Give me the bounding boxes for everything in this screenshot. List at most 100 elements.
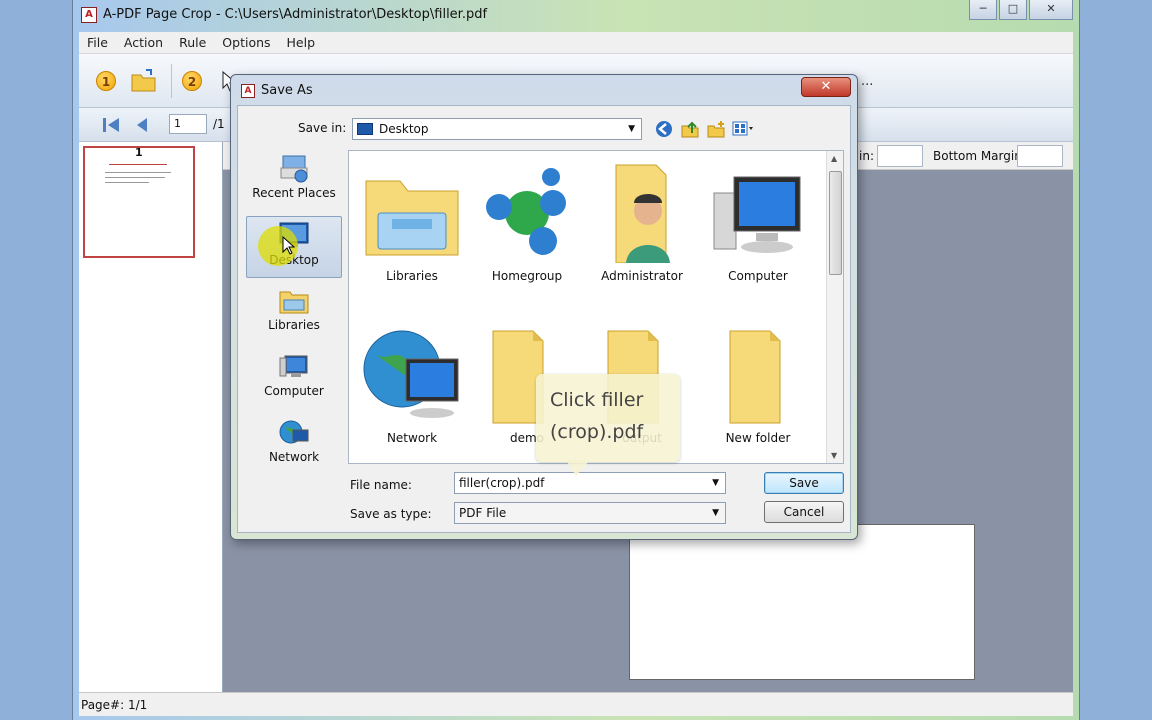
libraries-icon [277, 286, 311, 316]
file-item-new-folder[interactable]: New folder [701, 319, 815, 459]
file-name-input[interactable]: filler(crop).pdf ▼ [454, 472, 726, 494]
file-item-libraries[interactable]: Libraries [355, 157, 469, 297]
back-button[interactable] [654, 119, 674, 139]
previous-page-icon [137, 118, 147, 132]
file-list-scrollbar[interactable]: ▲ ▼ [826, 151, 843, 463]
place-label: Libraries [268, 318, 320, 332]
mouse-cursor-icon [282, 236, 296, 255]
callout-tail [566, 460, 590, 476]
menu-help[interactable]: Help [287, 35, 316, 50]
cancel-button[interactable]: Cancel [764, 501, 844, 523]
file-item-label: Computer [728, 269, 788, 283]
chevron-down-icon: ▼ [712, 508, 719, 518]
save-button[interactable]: Save [764, 472, 844, 494]
dialog-body: Save in: Desktop ▼ Recent Places Desktop… [237, 105, 851, 533]
scrollbar-thumb[interactable] [829, 171, 842, 275]
page-status: Page#: 1/1 [81, 698, 148, 712]
dialog-close-button[interactable]: ✕ [801, 77, 851, 97]
place-recent-places[interactable]: Recent Places [246, 150, 342, 212]
new-folder-button[interactable] [706, 119, 726, 139]
back-arrow-icon [656, 121, 672, 137]
left-margin-label: in: [859, 149, 874, 163]
tutorial-callout: Click filler (crop).pdf [536, 374, 680, 462]
scroll-down-icon[interactable]: ▼ [831, 451, 837, 460]
place-network[interactable]: Network [246, 414, 342, 476]
user-folder-icon [592, 163, 692, 264]
page-number-input[interactable]: 1 [169, 114, 207, 134]
up-folder-button[interactable] [680, 119, 700, 139]
desktop-background-left [0, 0, 72, 720]
menu-action[interactable]: Action [124, 35, 163, 50]
save-as-type-dropdown[interactable]: PDF File ▼ [454, 502, 726, 524]
file-item-homegroup[interactable]: Homegroup [470, 157, 584, 297]
callout-line-2: (crop).pdf [550, 421, 644, 443]
menu-bar: File Action Rule Options Help [79, 32, 1073, 54]
view-menu-button[interactable] [732, 119, 753, 139]
up-folder-icon [681, 121, 699, 138]
folder-icon [708, 325, 808, 425]
toolbar-more[interactable]: ... [861, 74, 873, 89]
minimize-button[interactable]: ─ [969, 0, 997, 20]
file-item-computer[interactable]: Computer [701, 157, 815, 297]
save-as-dialog: A Save As ✕ Save in: Desktop ▼ Recent Pl… [230, 74, 858, 540]
file-item-administrator[interactable]: Administrator [585, 157, 699, 297]
place-label: Recent Places [252, 186, 336, 200]
page-total: /1 [213, 117, 225, 131]
file-item-label: Libraries [386, 269, 438, 283]
open-folder-icon [131, 69, 156, 92]
save-as-type-value: PDF File [459, 506, 507, 520]
desktop-icon [357, 123, 373, 135]
step-1-button[interactable]: 1 [91, 66, 121, 96]
computer-icon [708, 163, 808, 263]
network-globe-icon [277, 418, 311, 448]
thumbnail-text-line [105, 172, 171, 173]
previous-page-button[interactable] [133, 115, 151, 135]
place-libraries[interactable]: Libraries [246, 282, 342, 344]
maximize-button[interactable]: □ [999, 0, 1027, 20]
pdf-app-icon: A [241, 84, 255, 98]
scroll-up-icon[interactable]: ▲ [831, 154, 837, 163]
bottom-margin-input[interactable] [1017, 145, 1063, 167]
toolbar-separator [171, 64, 172, 98]
menu-file[interactable]: File [87, 35, 108, 50]
first-page-icon [103, 118, 119, 132]
pdf-app-icon: A [81, 7, 97, 23]
page-preview[interactable] [629, 524, 975, 680]
dialog-title: Save As [261, 83, 313, 98]
file-item-label: Administrator [601, 269, 683, 283]
new-folder-icon [707, 121, 725, 138]
place-label: Network [268, 450, 320, 464]
save-in-label: Save in: [298, 121, 347, 135]
file-item-network[interactable]: Network [355, 319, 469, 459]
thumbnail-text-line [109, 164, 167, 165]
desktop-background-right [1080, 0, 1152, 720]
step-2-button[interactable]: 2 [177, 66, 207, 96]
thumbnail-text-line [105, 182, 149, 183]
place-label: Computer [264, 384, 324, 398]
open-button[interactable] [129, 66, 159, 96]
app-title: A-PDF Page Crop - C:\Users\Administrator… [103, 7, 488, 22]
view-grid-icon [732, 121, 753, 136]
step-1-badge-icon: 1 [96, 71, 116, 91]
save-in-dropdown[interactable]: Desktop ▼ [352, 118, 642, 140]
computer-icon [277, 352, 311, 382]
left-margin-input[interactable] [877, 145, 923, 167]
place-computer[interactable]: Computer [246, 348, 342, 410]
menu-rule[interactable]: Rule [179, 35, 206, 50]
file-item-label: Network [386, 431, 438, 445]
page-thumbnail[interactable] [83, 146, 195, 258]
app-titlebar: A A-PDF Page Crop - C:\Users\Administrat… [73, 0, 1079, 32]
step-2-badge-icon: 2 [182, 71, 202, 91]
thumbnail-text-line [105, 177, 165, 178]
bottom-margin-label: Bottom Margin: [933, 149, 1026, 163]
close-button[interactable]: ✕ [1029, 0, 1073, 20]
chevron-down-icon[interactable]: ▼ [712, 478, 719, 488]
chevron-down-icon: ▼ [628, 124, 635, 134]
thumbnail-panel: 1 [79, 142, 223, 692]
first-page-button[interactable] [101, 115, 123, 135]
save-in-value: Desktop [379, 122, 429, 136]
callout-line-1: Click filler [550, 389, 644, 411]
places-bar: Recent Places Desktop Libraries Computer… [246, 150, 342, 528]
menu-options[interactable]: Options [222, 35, 270, 50]
file-item-label: Homegroup [491, 269, 563, 283]
